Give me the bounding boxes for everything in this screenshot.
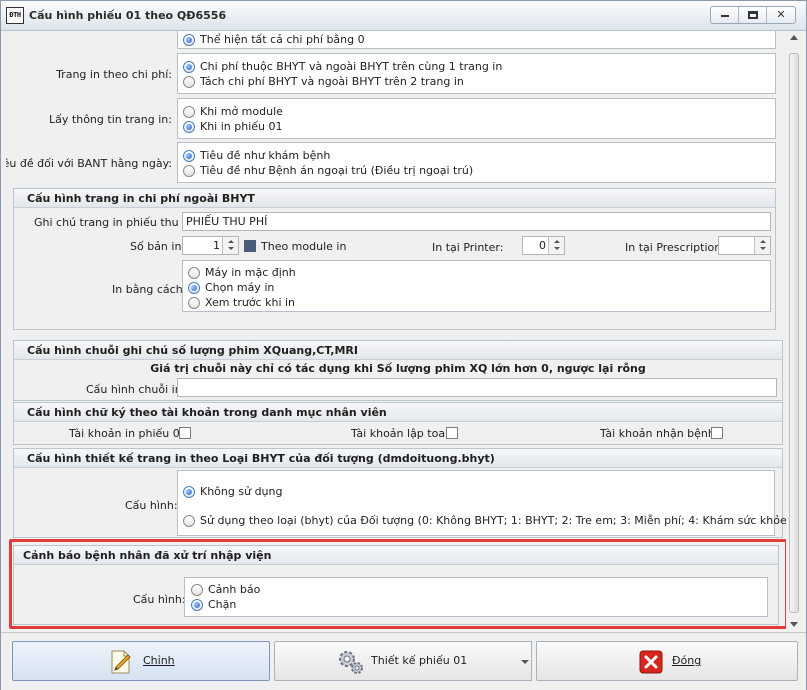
config-window: ĐTH Cấu hình phiếu 01 theo QĐ6556 ✕ Thể …: [0, 0, 807, 690]
scroll-content: Thể hiện tất cả chi phí bằng 0 Trang in …: [6, 31, 786, 631]
radio-get-print-info-0[interactable]: [183, 106, 195, 118]
window-title: Cấu hình phiếu 01 theo QĐ6556: [29, 9, 227, 22]
theo-module-checkbox[interactable]: [244, 240, 256, 252]
edit-button-label: Chỉnh: [143, 654, 175, 667]
film-string-config-input[interactable]: [177, 378, 777, 397]
non-bhyt-print-title: Cấu hình trang in chi phí ngoài BHYT: [27, 192, 255, 205]
option-method-0: Máy in mặc định: [205, 266, 296, 279]
signature-header: Cấu hình chữ ký theo tài khoản trong dan…: [14, 403, 782, 422]
signature-item-2-label: Tài khoản nhận bệnh:: [600, 427, 719, 440]
maximize-button[interactable]: [739, 7, 767, 23]
radio-print-by-cost-1[interactable]: [183, 76, 195, 88]
design-by-type-title: Cấu hình thiết kế trang in theo Loại BHY…: [27, 452, 495, 465]
signature-item-1-checkbox[interactable]: [446, 427, 458, 439]
signature-item-2-checkbox[interactable]: [711, 427, 723, 439]
radio-bant-title-1[interactable]: [183, 165, 195, 177]
note-label: Ghi chú trang in phiếu thu phí:: [34, 216, 203, 229]
scroll-down-icon[interactable]: [790, 622, 798, 627]
zero-cost-box: Thể hiện tất cả chi phí bằng 0: [177, 31, 776, 49]
scroll-thumb[interactable]: [789, 53, 799, 613]
copies-value: 1: [213, 239, 220, 252]
option-print-by-cost-1: Tách chi phí BHYT và ngoài BHYT trên 2 t…: [200, 75, 464, 88]
minimize-icon: [721, 15, 729, 17]
get-print-info-group: Khi mở module Khi in phiếu 01: [177, 98, 776, 139]
radio-show-all-zero[interactable]: [183, 34, 195, 46]
option-get-print-info-1: Khi in phiếu 01: [200, 120, 283, 133]
close-button[interactable]: Đóng: [536, 641, 798, 681]
radio-get-print-info-1[interactable]: [183, 121, 195, 133]
prescription-spinner[interactable]: [718, 236, 771, 255]
edit-icon: [111, 650, 131, 674]
signature-item-0-checkbox[interactable]: [179, 427, 191, 439]
design-config-label: Cấu hình:: [125, 499, 178, 512]
vertical-scrollbar[interactable]: [786, 31, 803, 631]
non-bhyt-print-header: Cấu hình trang in chi phí ngoài BHYT: [14, 189, 775, 208]
copies-spinner[interactable]: 1: [182, 236, 239, 255]
print-method-group: Máy in mặc định Chọn máy in Xem trước kh…: [182, 260, 771, 312]
radio-design-0[interactable]: [183, 486, 195, 498]
maximize-icon: [748, 11, 758, 19]
radio-method-0[interactable]: [188, 267, 200, 279]
minimize-button[interactable]: [711, 7, 739, 23]
option-get-print-info-0: Khi mở module: [200, 105, 283, 118]
option-method-2: Xem trước khi in: [205, 296, 296, 309]
app-logo-icon: ĐTH: [6, 7, 24, 24]
option-print-by-cost-0: Chi phí thuộc BHYT và ngoài BHYT trên cù…: [200, 60, 503, 73]
signature-title: Cấu hình chữ ký theo tài khoản trong dan…: [27, 406, 387, 419]
design-config-options: Không sử dụng Sử dụng theo loại (bhyt) c…: [177, 470, 786, 536]
printer-label: In tại Printer:: [432, 241, 504, 254]
close-red-icon: [639, 650, 663, 674]
action-bar: Chỉnh Thiết kế phiếu 01 Đóng: [1, 632, 806, 690]
print-by-cost-group: Chi phí thuộc BHYT và ngoài BHYT trên cù…: [177, 53, 776, 94]
option-show-all-zero: Thể hiện tất cả chi phí bằng 0: [200, 33, 365, 46]
close-window-button[interactable]: ✕: [767, 7, 795, 23]
note-input[interactable]: PHIẾU THU PHÍ: [182, 212, 771, 231]
radio-method-2[interactable]: [188, 297, 200, 309]
prescription-spin-icon[interactable]: [754, 237, 770, 254]
gears-icon: [339, 651, 363, 674]
option-design-1: Sử dụng theo loại (bhyt) của Đối tượng (…: [200, 514, 786, 527]
theo-module-label: Theo module in: [261, 240, 347, 253]
close-button-label: Đóng: [672, 654, 702, 667]
signature-group: Cấu hình chữ ký theo tài khoản trong dan…: [13, 402, 783, 445]
design-by-type-header: Cấu hình thiết kế trang in theo Loại BHY…: [14, 449, 782, 468]
get-print-info-label: Lấy thông tin trang in:: [49, 113, 172, 126]
edit-button[interactable]: Chỉnh: [12, 641, 270, 681]
bant-title-label: Tiêu đề đối với BANT hằng ngày:: [6, 157, 172, 170]
printer-spinner[interactable]: 0: [522, 236, 565, 255]
print-by-cost-label: Trang in theo chi phí:: [56, 68, 172, 81]
option-method-1: Chọn máy in: [205, 281, 275, 294]
radio-method-1[interactable]: [188, 282, 200, 294]
title-bar[interactable]: ĐTH Cấu hình phiếu 01 theo QĐ6556 ✕: [1, 1, 806, 31]
film-string-title: Cấu hình chuỗi ghi chú số lượng phim XQu…: [27, 344, 358, 357]
window-controls: ✕: [710, 6, 796, 24]
radio-design-1[interactable]: [183, 515, 195, 527]
option-bant-title-1: Tiêu đề như Bệnh án ngoại trú (Điều trị …: [200, 164, 474, 177]
design-dropdown-arrow-icon[interactable]: [518, 641, 532, 681]
option-design-0: Không sử dụng: [200, 485, 283, 498]
copies-label: Số bản in:: [130, 240, 186, 253]
printer-spin-icon[interactable]: [548, 237, 564, 254]
printer-value: 0: [539, 239, 546, 252]
film-string-notice: Giá trị chuỗi này chỉ có tác dụng khi Số…: [150, 362, 646, 375]
film-string-group: Cấu hình chuỗi ghi chú số lượng phim XQu…: [13, 340, 783, 401]
radio-print-by-cost-0[interactable]: [183, 61, 195, 73]
film-string-config-label: Cấu hình chuỗi in:: [86, 383, 186, 396]
design-button[interactable]: Thiết kế phiếu 01: [274, 641, 519, 681]
non-bhyt-print-group: Cấu hình trang in chi phí ngoài BHYT Ghi…: [13, 188, 776, 330]
prescription-label: In tại Prescription:: [625, 241, 725, 254]
signature-item-1-label: Tài khoản lập toa:: [351, 427, 449, 440]
bant-title-group: Tiêu đề như khám bệnh Tiêu đề như Bệnh á…: [177, 142, 776, 183]
copies-spin-icon[interactable]: [222, 237, 238, 254]
radio-bant-title-0[interactable]: [183, 150, 195, 162]
option-bant-title-0: Tiêu đề như khám bệnh: [200, 149, 331, 162]
design-button-label: Thiết kế phiếu 01: [371, 654, 468, 667]
scroll-up-icon[interactable]: [790, 35, 798, 40]
film-string-header: Cấu hình chuỗi ghi chú số lượng phim XQu…: [14, 341, 782, 360]
signature-item-0-label: Tài khoản in phiếu 01:: [69, 427, 191, 440]
print-method-label: In bằng cách:: [112, 283, 187, 296]
design-by-type-group: Cấu hình thiết kế trang in theo Loại BHY…: [13, 448, 786, 538]
admission-warning-highlight: [9, 539, 786, 629]
close-icon: ✕: [776, 8, 786, 21]
